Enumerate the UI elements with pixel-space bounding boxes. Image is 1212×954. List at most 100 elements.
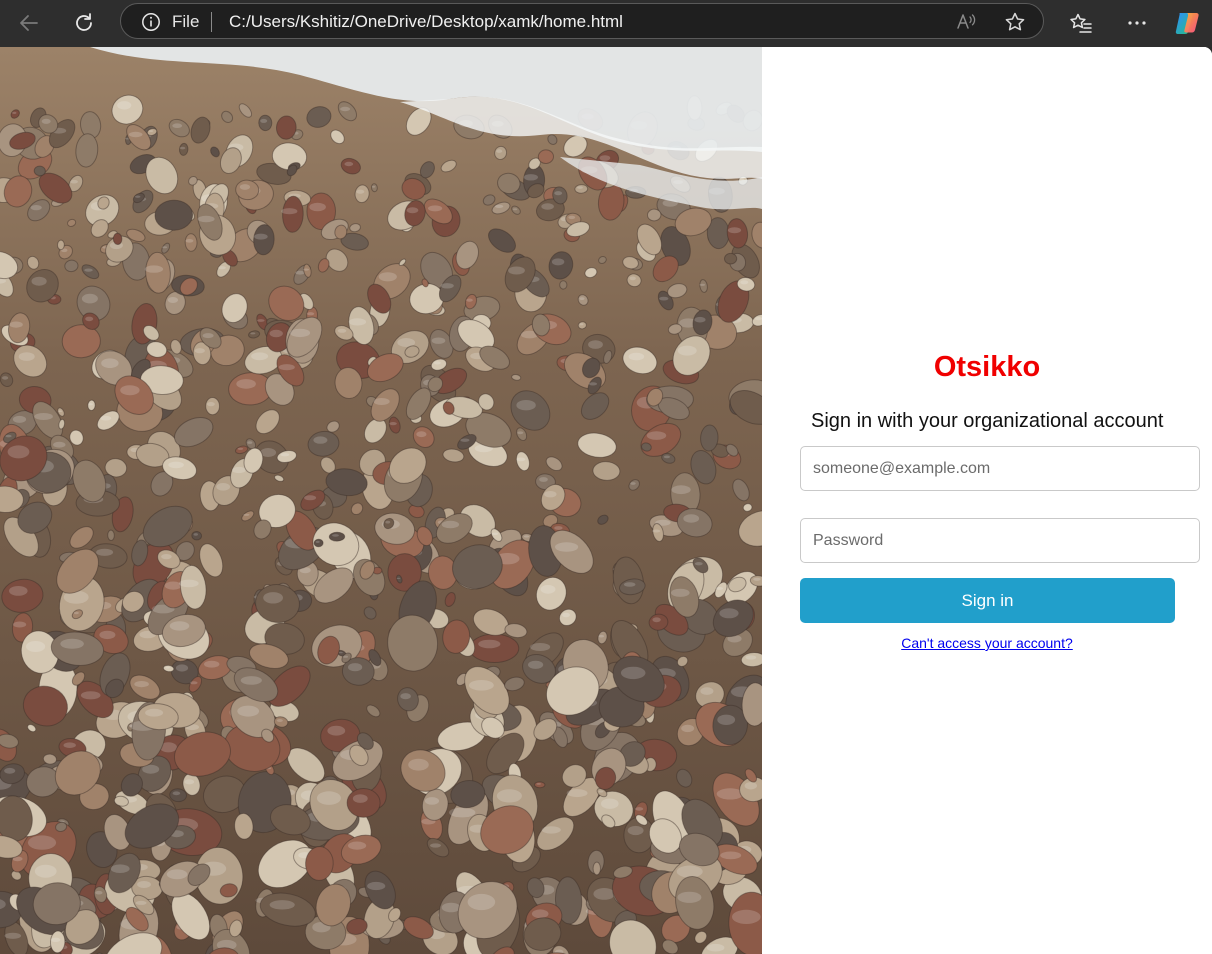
pebble-highlight [431, 337, 446, 344]
pebble-highlight [671, 485, 691, 495]
pebble-highlight [8, 586, 28, 596]
read-aloud-icon[interactable] [955, 11, 977, 33]
pebble-highlight [663, 455, 671, 459]
signin-button[interactable]: Sign in [800, 578, 1175, 623]
pebble-highlight [27, 835, 57, 850]
pebble-highlight [167, 297, 179, 303]
pebble-highlight [530, 643, 551, 651]
copilot-icon [1175, 13, 1199, 34]
pebble-highlight [699, 283, 706, 286]
pebble [205, 397, 221, 416]
pebble-highlight [81, 293, 98, 304]
pebble [184, 233, 198, 252]
browser-toolbar: File C:/Users/Kshitiz/OneDrive/Desktop/x… [0, 0, 1212, 47]
pebble-highlight [41, 118, 51, 124]
more-menu-button[interactable] [1120, 6, 1154, 40]
pebble-highlight [683, 514, 700, 523]
pebble-highlight [536, 783, 541, 785]
pebble-highlight [754, 317, 762, 321]
pebble-highlight [269, 329, 283, 338]
pebble-highlight [240, 676, 262, 685]
pebble-highlight [232, 466, 246, 474]
pebble-highlight [441, 520, 460, 529]
pebble-highlight [25, 641, 46, 652]
pebble [534, 781, 546, 789]
login-panel: Otsikko Sign in with your organizational… [762, 47, 1212, 954]
pebble-highlight [184, 779, 195, 785]
pebble-highlight [496, 149, 503, 153]
pebble-highlight [700, 687, 714, 695]
address-bar[interactable]: File C:/Users/Kshitiz/OneDrive/Desktop/x… [120, 3, 1044, 39]
pebble-highlight [449, 807, 476, 818]
pebble-highlight [671, 588, 690, 597]
back-button[interactable] [12, 6, 46, 40]
pebble-highlight [207, 402, 215, 407]
pebble-highlight [424, 797, 440, 805]
email-field[interactable] [800, 446, 1200, 491]
pebble-highlight [385, 520, 391, 524]
pebble-highlight [101, 358, 119, 369]
pebble-highlight [540, 584, 556, 594]
pebble-highlight [189, 681, 198, 685]
pebble [370, 183, 378, 193]
pebble-highlight [70, 179, 78, 184]
pebble-highlight [289, 328, 311, 338]
pebble-highlight [428, 205, 443, 212]
pebble-highlight [144, 265, 164, 273]
pebble [112, 232, 123, 245]
pebble-highlight [588, 340, 603, 349]
pebble-highlight [60, 638, 84, 649]
pebble-highlight [194, 348, 205, 354]
pebble-highlight [243, 513, 250, 516]
pebble-highlight [12, 415, 27, 423]
pebble-highlight [715, 586, 724, 590]
pebble [469, 633, 520, 663]
pebble-highlight [732, 909, 761, 925]
pebble-highlight [566, 789, 588, 798]
pebble-highlight [478, 639, 501, 649]
pebble-highlight [408, 758, 429, 771]
pebble-highlight [348, 663, 363, 672]
pebble-highlight [717, 714, 736, 725]
pebble [647, 208, 662, 222]
refresh-button[interactable] [67, 6, 101, 40]
beach-pebbles-photo [0, 47, 762, 954]
pebble [107, 529, 115, 541]
pebble-highlight [677, 345, 697, 356]
pebble-highlight [348, 318, 367, 326]
address-divider [211, 12, 212, 32]
pebble-highlight [50, 937, 61, 942]
pebble-highlight [367, 881, 386, 891]
cant-access-account-link[interactable]: Can't access your account? [762, 634, 1212, 652]
pebble-highlight [278, 364, 295, 371]
pebble-highlight [466, 298, 473, 302]
pebble-highlight [239, 184, 251, 190]
pebble-highlight [720, 851, 742, 860]
pebble-highlight [469, 680, 494, 691]
pebble-highlight [635, 807, 644, 811]
pebble [258, 114, 273, 132]
pebble-highlight [620, 666, 646, 680]
pebble-highlight [344, 161, 354, 167]
pebble-highlight [599, 155, 611, 161]
password-field[interactable] [800, 518, 1200, 563]
pebble [592, 861, 601, 876]
favorite-star-icon[interactable] [1004, 11, 1026, 33]
pebble-highlight [593, 888, 615, 900]
pebble-highlight [562, 612, 570, 618]
copilot-button[interactable] [1171, 6, 1205, 40]
pebble-highlight [137, 881, 151, 888]
info-icon[interactable] [141, 12, 161, 32]
pebble-highlight [63, 742, 76, 748]
pebble-highlight [120, 385, 140, 396]
pebble-highlight [531, 909, 549, 919]
favorites-button[interactable] [1064, 6, 1098, 40]
address-url[interactable]: C:/Users/Kshitiz/OneDrive/Desktop/xamk/h… [229, 11, 623, 33]
pebble [559, 280, 568, 290]
pebble-highlight [306, 312, 315, 316]
pebble-highlight [727, 227, 742, 234]
pebble-highlight [257, 319, 265, 322]
pebble-highlight [216, 483, 231, 491]
pebble [313, 538, 324, 548]
pebble-highlight [185, 239, 194, 243]
